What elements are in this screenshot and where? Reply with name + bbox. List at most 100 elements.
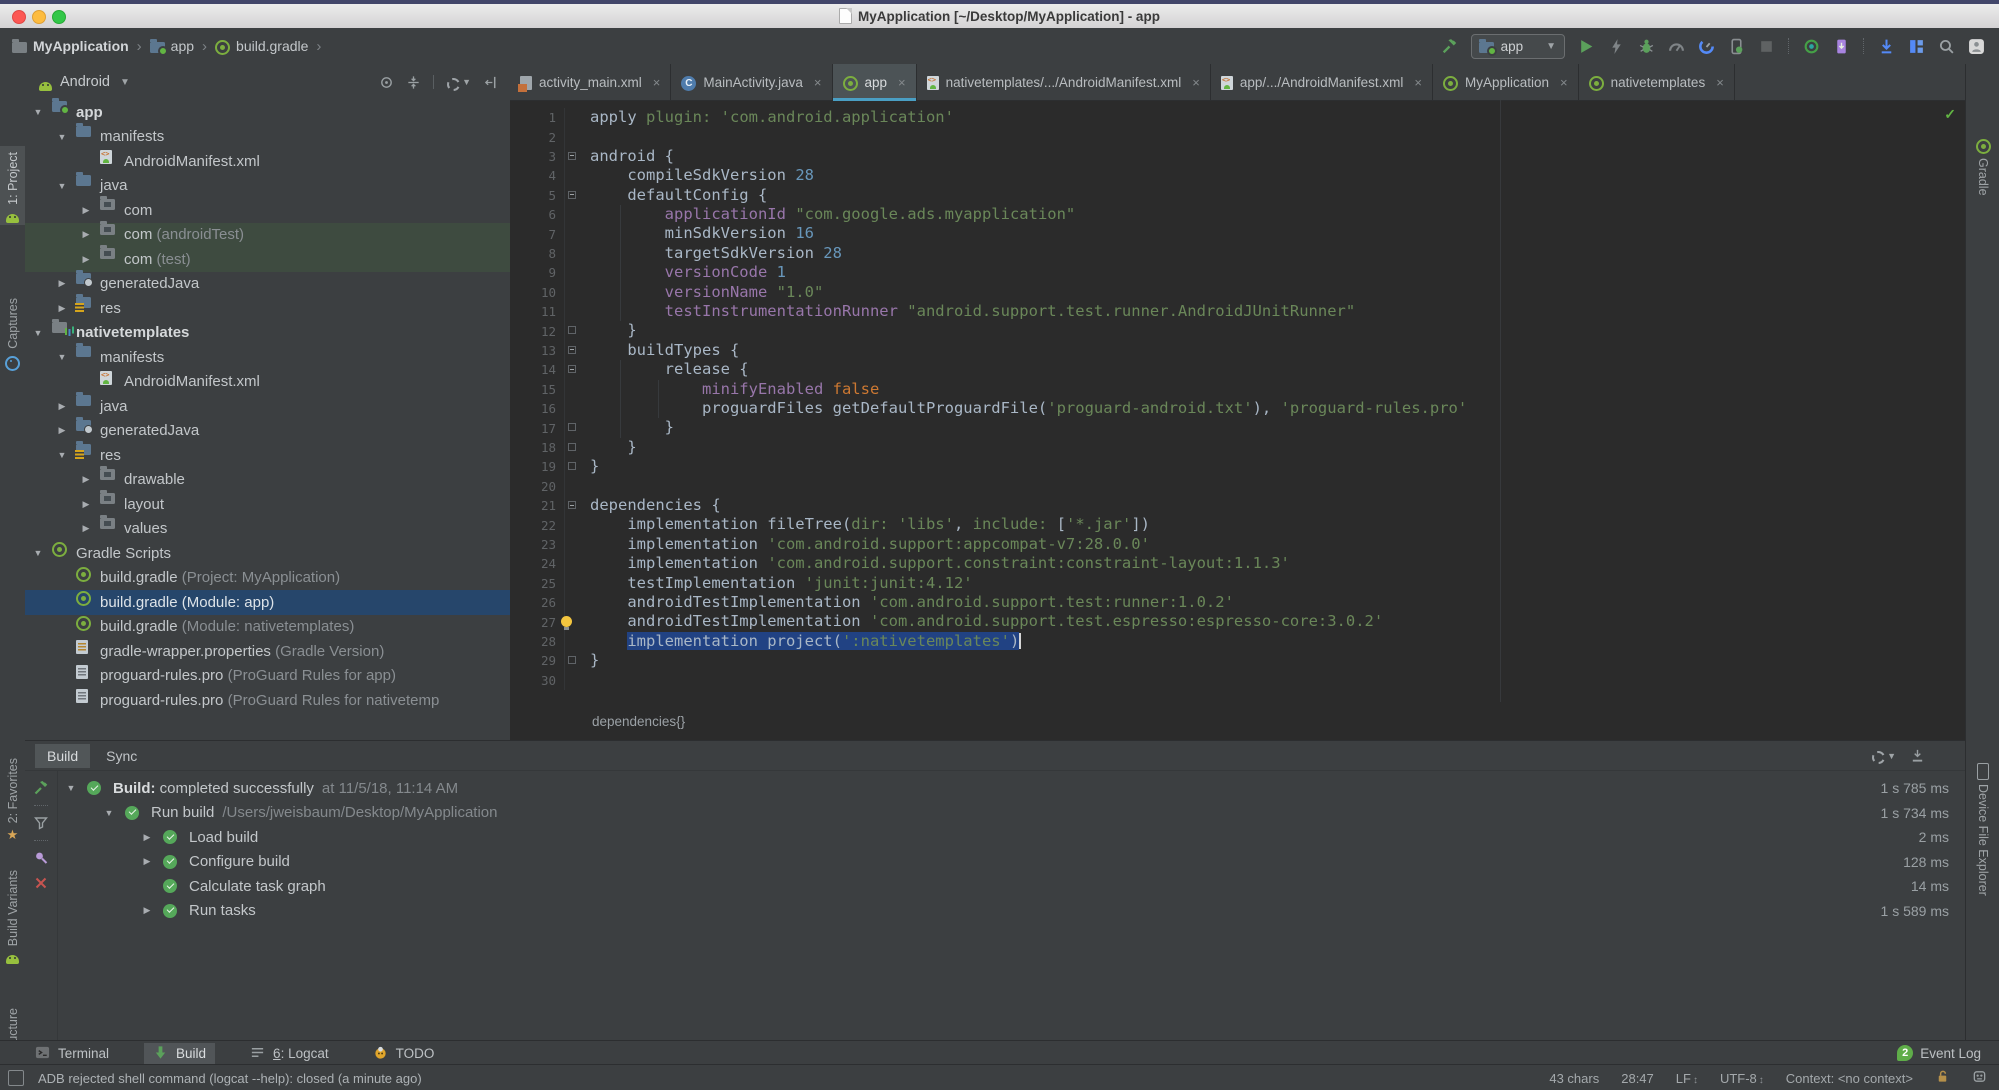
chevron-expanded-icon[interactable]: ▼ bbox=[56, 450, 68, 460]
code-line-11[interactable]: 11 testInstrumentationRunner "android.su… bbox=[510, 302, 1965, 322]
chevron-collapsed-icon[interactable]: ▶ bbox=[56, 401, 68, 412]
tree-item-gradle-wrapper-properties-gradle-version[interactable]: gradle-wrapper.properties (Gradle Versio… bbox=[25, 639, 510, 664]
code-line-14[interactable]: 14 release { bbox=[510, 360, 1965, 380]
code-line-27[interactable]: 27 androidTestImplementation 'com.androi… bbox=[510, 612, 1965, 632]
code-line-26[interactable]: 26 androidTestImplementation 'com.androi… bbox=[510, 593, 1965, 613]
code-line-17[interactable]: 17 } bbox=[510, 418, 1965, 438]
tree-item-manifests[interactable]: ▼ manifests bbox=[25, 343, 510, 370]
code-line-6[interactable]: 6 applicationId "com.google.ads.myapplic… bbox=[510, 205, 1965, 225]
code-line-1[interactable]: 1 apply plugin: 'com.android.application' bbox=[510, 108, 1965, 128]
code-line-5[interactable]: 5 defaultConfig { bbox=[510, 185, 1965, 205]
run-icon[interactable] bbox=[1578, 38, 1595, 55]
toolwindow-stripe-gradle[interactable]: Gradle bbox=[1966, 132, 1999, 202]
build-row-load-build[interactable]: ▶ Load build 2 ms bbox=[57, 825, 1965, 850]
fold-collapse-icon[interactable] bbox=[568, 190, 576, 199]
toolwindow-stripe-device-file-explorer[interactable]: Device File Explorer bbox=[1966, 756, 1999, 902]
tree-item-drawable[interactable]: ▶ drawable bbox=[25, 465, 510, 493]
collapse-all-icon[interactable] bbox=[406, 75, 421, 90]
close-tab-icon[interactable]: × bbox=[814, 75, 822, 90]
chevron-expanded-icon[interactable]: ▼ bbox=[32, 328, 44, 338]
fold-collapse-icon[interactable] bbox=[568, 501, 576, 509]
hide-panel-icon[interactable] bbox=[483, 75, 498, 90]
code-line-12[interactable]: 12 } bbox=[510, 321, 1965, 341]
sdk-manager-icon[interactable] bbox=[1833, 38, 1850, 55]
project-view-selector[interactable]: Android bbox=[60, 74, 110, 90]
breadcrumb-item-myapplication[interactable]: MyApplication bbox=[12, 38, 129, 54]
code-line-16[interactable]: 16 proguardFiles getDefaultProguardFile(… bbox=[510, 399, 1965, 419]
tree-item-com[interactable]: ▶ com bbox=[25, 196, 510, 223]
event-log-button[interactable]: 2 Event Log bbox=[1897, 1045, 1999, 1061]
tab-nativetemplates[interactable]: nativetemplates × bbox=[1579, 64, 1735, 100]
toolwindow-button-build[interactable]: Build bbox=[144, 1042, 216, 1064]
build-row-build-completed-successfully[interactable]: ▼ Build: completed successfully at 11/5/18… bbox=[57, 776, 1965, 801]
tab-app[interactable]: app × bbox=[832, 64, 917, 101]
fold-end-icon[interactable] bbox=[568, 423, 576, 432]
chevron-collapsed-icon[interactable]: ▶ bbox=[56, 303, 68, 314]
close-tab-icon[interactable]: × bbox=[1560, 75, 1568, 90]
code-line-25[interactable]: 25 testImplementation 'junit:junit:4.12' bbox=[510, 573, 1965, 593]
tree-item-build-gradle-module-nativetemplates[interactable]: build.gradle (Module: nativetemplates) bbox=[25, 615, 510, 640]
chevron-collapsed-icon[interactable]: ▶ bbox=[80, 499, 92, 510]
code-line-2[interactable]: 2 bbox=[510, 127, 1965, 147]
tree-item-java[interactable]: ▶ java bbox=[25, 392, 510, 419]
chevron-expanded-icon[interactable]: ▼ bbox=[56, 352, 68, 362]
code-line-30[interactable]: 30 bbox=[510, 670, 1965, 690]
tree-item-values[interactable]: ▶ values bbox=[25, 514, 510, 542]
code-line-13[interactable]: 13 buildTypes { bbox=[510, 340, 1965, 361]
build-tab-sync[interactable]: Sync bbox=[94, 744, 149, 768]
pin-icon[interactable] bbox=[33, 850, 49, 866]
breadcrumb-scope[interactable]: dependencies{} bbox=[592, 714, 685, 729]
code-line-3[interactable]: 3 android { bbox=[510, 146, 1965, 167]
code-line-24[interactable]: 24 implementation 'com.android.support.c… bbox=[510, 554, 1965, 574]
tree-item-proguard-rules-pro-proguard-rules-for-nativetemp[interactable]: proguard-rules.pro (ProGuard Rules for n… bbox=[25, 688, 510, 713]
tree-item-androidmanifest-xml[interactable]: AndroidManifest.xml bbox=[25, 149, 510, 174]
tree-item-manifests[interactable]: ▼ manifests bbox=[25, 122, 510, 150]
chevron-collapsed-icon[interactable]: ▶ bbox=[80, 523, 92, 534]
layout-inspector-icon[interactable] bbox=[1908, 38, 1925, 55]
fold-end-icon[interactable] bbox=[568, 656, 576, 665]
breadcrumb-item-build-gradle[interactable]: build.gradle bbox=[215, 38, 308, 55]
toolwindow-stripe-build-variants[interactable]: Build Variants bbox=[0, 864, 25, 966]
code-line-22[interactable]: 22 implementation fileTree(dir: 'libs', … bbox=[510, 515, 1965, 535]
tab-nativetemplates-androidmanifest-xml[interactable]: nativetemplates/.../AndroidManifest.xml × bbox=[917, 64, 1211, 100]
chevron-collapsed-icon[interactable]: ▶ bbox=[80, 229, 92, 240]
encoding-widget[interactable]: UTF-8 ↕ bbox=[1720, 1071, 1764, 1086]
code-line-20[interactable]: 20 bbox=[510, 476, 1965, 496]
tree-item-build-gradle-module-app[interactable]: build.gradle (Module: app) bbox=[25, 590, 510, 615]
profiler-icon[interactable] bbox=[1698, 38, 1715, 55]
tree-item-generatedjava[interactable]: ▶ generatedJava bbox=[25, 269, 510, 297]
apply-changes-icon[interactable] bbox=[1608, 38, 1625, 55]
lock-icon[interactable] bbox=[1935, 1069, 1950, 1087]
code-line-7[interactable]: 7 minSdkVersion 16 bbox=[510, 224, 1965, 244]
code-line-19[interactable]: 19} bbox=[510, 457, 1965, 477]
toolwindow-button-todo[interactable]: TODO bbox=[364, 1043, 444, 1064]
code-line-4[interactable]: 4 compileSdkVersion 28 bbox=[510, 166, 1965, 186]
fold-collapse-icon[interactable] bbox=[568, 151, 576, 160]
fold-collapse-icon[interactable] bbox=[568, 345, 576, 354]
fold-end-icon[interactable] bbox=[568, 442, 576, 451]
chevron-expanded-icon[interactable]: ▼ bbox=[65, 783, 77, 793]
chevron-expanded-icon[interactable]: ▼ bbox=[56, 181, 68, 191]
profile-icon[interactable] bbox=[1668, 38, 1685, 55]
build-row-run-build[interactable]: ▼ Run build/Users/jweisbaum/Desktop/MyApp… bbox=[57, 801, 1965, 826]
toolwindow-stripe-2-favorites[interactable]: 2: Favorites ★ bbox=[0, 752, 25, 847]
tree-item-nativetemplates[interactable]: ▼ nativetemplates bbox=[25, 318, 510, 346]
tree-item-layout[interactable]: ▶ layout bbox=[25, 490, 510, 517]
toolwindow-button-6-logcat[interactable]: 6: Logcat bbox=[241, 1043, 338, 1064]
stop-icon[interactable] bbox=[1758, 38, 1775, 55]
chevron-collapsed-icon[interactable]: ▶ bbox=[141, 905, 153, 916]
close-tab-icon[interactable]: × bbox=[1414, 75, 1422, 90]
code-line-29[interactable]: 29} bbox=[510, 651, 1965, 671]
debug-icon[interactable] bbox=[1638, 38, 1655, 55]
code-line-15[interactable]: 15 minifyEnabled false bbox=[510, 379, 1965, 399]
code-line-28[interactable]: 28 implementation project(':nativetempla… bbox=[510, 631, 1965, 652]
filter-icon[interactable] bbox=[33, 815, 49, 831]
close-tab-icon[interactable]: × bbox=[898, 75, 906, 90]
code-line-8[interactable]: 8 targetSdkVersion 28 bbox=[510, 243, 1965, 264]
tree-item-app[interactable]: ▼ app bbox=[25, 98, 510, 125]
tree-item-java[interactable]: ▼ java bbox=[25, 171, 510, 199]
build-hammer-button[interactable] bbox=[1441, 38, 1458, 55]
chevron-expanded-icon[interactable]: ▼ bbox=[32, 107, 44, 117]
context-widget[interactable]: Context: <no context> bbox=[1786, 1071, 1913, 1086]
fold-end-icon[interactable] bbox=[568, 326, 576, 335]
